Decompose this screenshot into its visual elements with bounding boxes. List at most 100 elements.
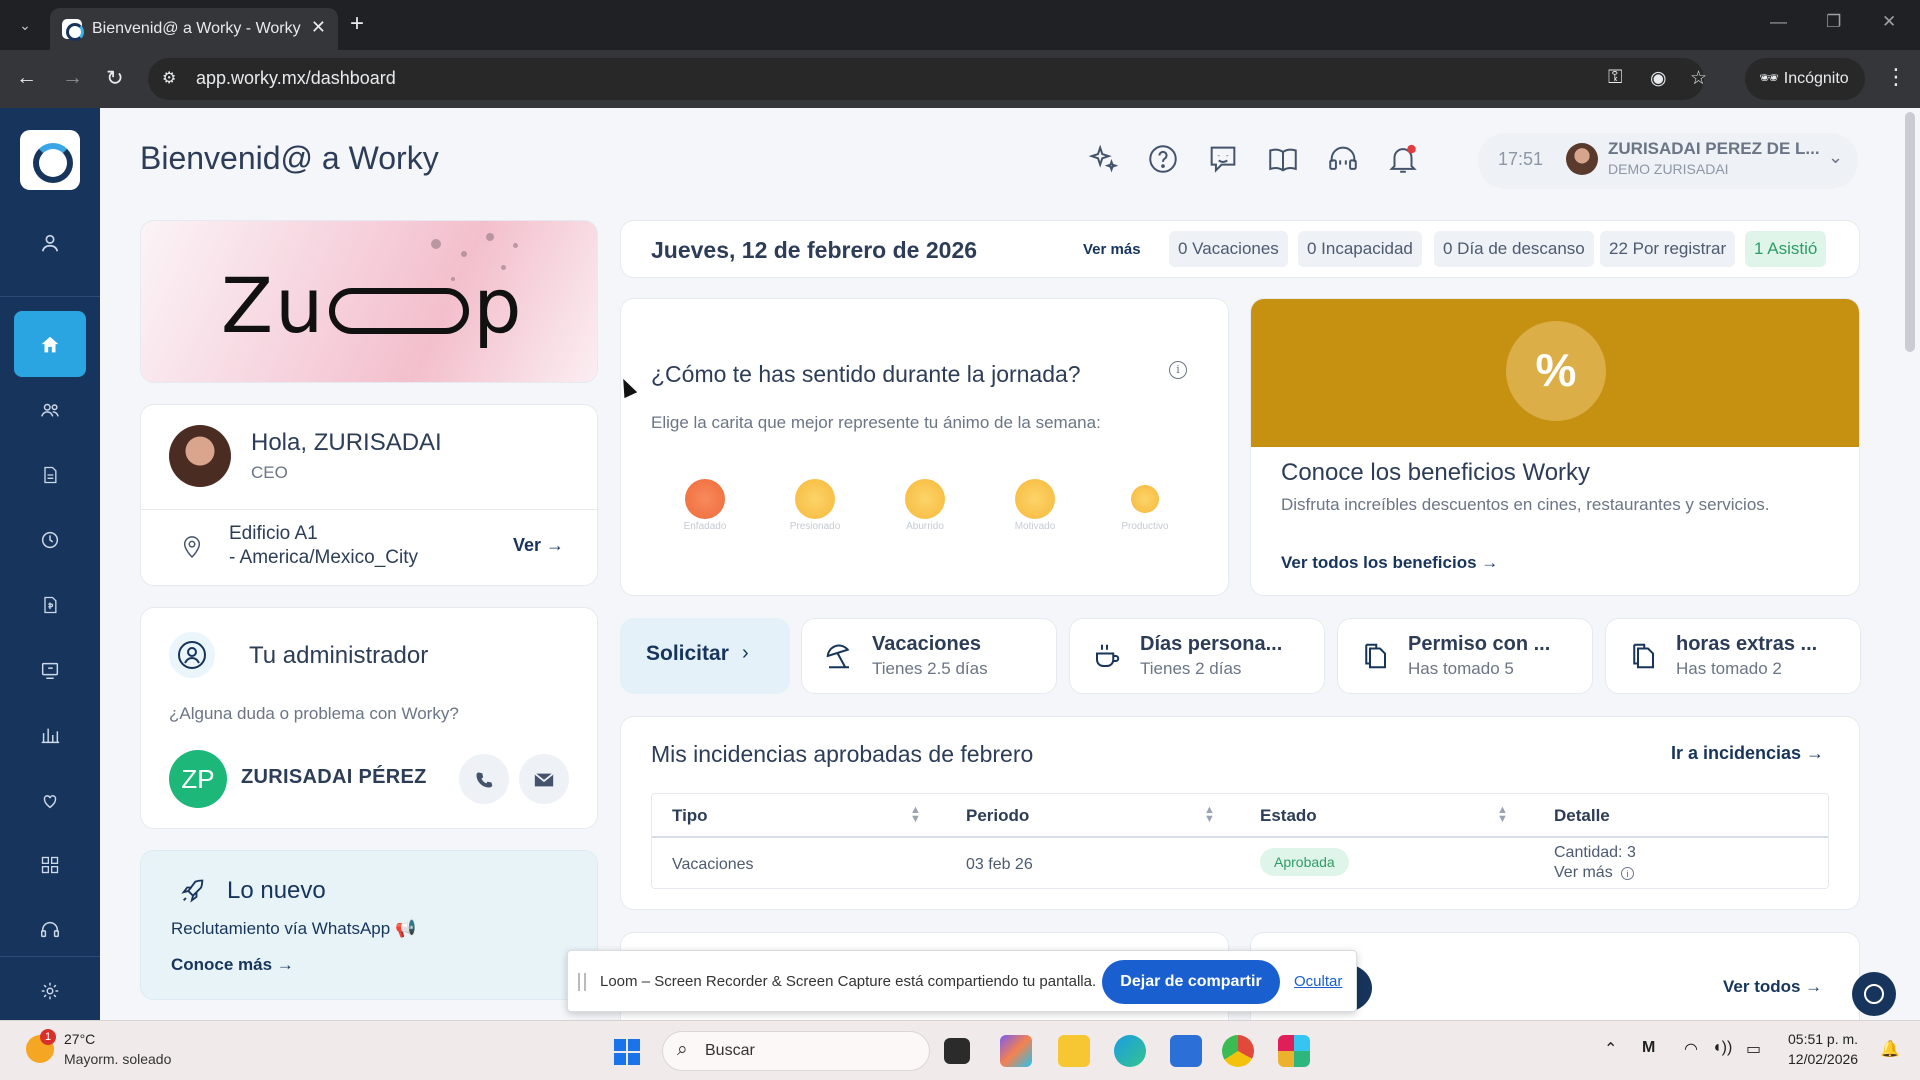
column-header-periodo[interactable]: Periodo [966,806,1029,826]
documents-icon[interactable] [14,448,86,500]
profile-icon[interactable] [14,216,86,268]
maximize-icon[interactable]: ❐ [1826,12,1841,32]
browser-menu-icon[interactable]: ⋮ [1885,64,1907,90]
tray-overflow-chevron-icon[interactable]: ⌃ [1604,1039,1617,1059]
team-icon[interactable] [14,383,86,435]
request-paid-leave[interactable]: Permiso con ... Has tomado 5 [1337,618,1593,694]
app-sidebar [0,108,100,1020]
help-icon[interactable] [1146,142,1180,176]
windows-start-icon[interactable] [614,1039,640,1065]
settings-gear-icon[interactable] [14,964,86,1016]
request-overtime[interactable]: horas extras ... Has tomado 2 [1605,618,1861,694]
taskbar-search[interactable]: ⌕ Buscar [662,1031,930,1071]
column-header-tipo[interactable]: Tipo [672,806,708,826]
motivated-face-icon[interactable] [1015,479,1055,519]
weather-badge: 1 [40,1029,56,1045]
guide-book-icon[interactable] [1266,142,1300,176]
chip-rest-day[interactable]: 0 Día de descanso [1434,231,1594,267]
chrome-icon[interactable] [1222,1035,1254,1067]
wifi-icon[interactable]: ◠ [1684,1039,1698,1059]
support-headset-icon[interactable] [1326,142,1360,176]
slack-icon[interactable] [1278,1035,1310,1067]
reload-icon[interactable]: ↻ [106,66,124,91]
discount-badge-icon: % [1506,321,1606,421]
chip-attended[interactable]: 1 Asistió [1745,231,1827,267]
stressed-face-icon[interactable] [795,479,835,519]
info-icon[interactable]: i [1169,361,1187,379]
task-view-icon[interactable] [944,1038,970,1064]
request-personal-days[interactable]: Días persona... Tienes 2 días [1069,618,1325,694]
payroll-icon[interactable] [14,578,86,630]
eye-off-icon[interactable]: ◉ [1650,67,1667,90]
forward-icon[interactable]: → [62,66,83,90]
minimize-icon[interactable]: — [1770,12,1787,32]
support-chat-button[interactable] [1852,972,1896,1016]
reports-chart-icon[interactable] [14,708,86,760]
incognito-indicator[interactable]: 🕶 Incógnito [1745,58,1865,100]
store-icon[interactable] [1170,1035,1202,1067]
clock-icon[interactable] [14,513,86,565]
chevron-down-icon[interactable]: ⌄ [1828,147,1843,168]
feedback-icon[interactable] [1206,142,1240,176]
back-icon[interactable]: ← [16,66,37,90]
tray-app-icon[interactable]: M [1642,1039,1655,1057]
request-subtitle: Has tomado 2 [1676,659,1782,678]
drag-handle-icon[interactable] [578,973,586,991]
mood-subtitle: Elige la carita que mejor represente tu … [651,413,1101,432]
sort-icon[interactable]: ▲ ▼ [1204,805,1215,825]
notification-center-icon[interactable]: 🔔 [1880,1039,1900,1059]
chip-disability[interactable]: 0 Incapacidad [1298,231,1422,267]
key-icon[interactable]: ⚿ [1608,67,1622,89]
worky-logo[interactable] [20,130,80,190]
page-scrollbar[interactable] [1905,112,1915,352]
benefits-subtitle: Disfruta increíbles descuentos en cines,… [1281,495,1770,514]
support-headset-icon[interactable] [14,903,86,955]
file-explorer-icon[interactable] [1058,1035,1090,1067]
column-header-estado[interactable]: Estado [1260,806,1317,826]
battery-icon[interactable]: ▭ [1746,1039,1761,1059]
angry-face-icon[interactable] [685,479,725,519]
taskbar-time[interactable]: 05:51 p. m. [1788,1031,1858,1047]
sparkles-icon[interactable] [1086,142,1120,176]
view-location-link[interactable]: Ver → [513,535,564,556]
recognition-icon[interactable] [14,643,86,695]
new-tab-icon[interactable]: + [350,10,364,38]
stop-sharing-button[interactable]: Dejar de compartir [1102,960,1280,1004]
benefits-link[interactable]: Ver todos los beneficios → [1281,553,1498,573]
tab-search-chevron-icon[interactable]: ⌄ [10,12,40,38]
phone-icon[interactable] [459,754,509,804]
productive-face-icon[interactable] [1131,485,1159,513]
browser-tab[interactable]: Bienvenid@ a Worky - Worky R ✕ [50,8,338,50]
hide-link[interactable]: Ocultar [1294,973,1342,990]
url-text: app.worky.mx/dashboard [196,68,396,88]
home-icon[interactable] [14,311,86,377]
chip-pending[interactable]: 22 Por registrar [1600,231,1736,267]
cell-ver-mas[interactable]: Ver más i [1554,864,1635,882]
email-icon[interactable] [519,754,569,804]
incidents-title: Mis incidencias aprobadas de febrero [651,741,1034,767]
apps-grid-icon[interactable] [14,838,86,890]
site-settings-icon[interactable]: ⚙ [162,68,176,88]
bored-face-icon[interactable] [905,479,945,519]
bookmark-star-icon[interactable]: ☆ [1690,67,1707,90]
see-more-link[interactable]: Ver más [1083,241,1141,258]
taskbar-date[interactable]: 12/02/2026 [1788,1051,1858,1067]
copilot-icon[interactable] [1000,1035,1032,1067]
request-button[interactable]: Solicitar › [620,618,790,694]
news-link[interactable]: Conoce más → [171,955,294,975]
sort-icon[interactable]: ▲ ▼ [1497,805,1508,825]
user-menu[interactable]: 17:51 ZURISADAI PEREZ DE L... DEMO ZURIS… [1478,133,1858,189]
window-close-icon[interactable]: ✕ [1882,12,1896,32]
see-all-link[interactable]: Ver todos → [1723,977,1822,997]
close-icon[interactable]: ✕ [311,17,326,38]
go-to-incidents-link[interactable]: Ir a incidencias → [1671,743,1824,764]
edge-browser-icon[interactable] [1114,1035,1146,1067]
location-timezone: - America/Mexico_City [229,547,418,568]
sort-icon[interactable]: ▲ ▼ [910,805,921,825]
request-vacations[interactable]: Vacaciones Tienes 2.5 días [801,618,1057,694]
volume-icon[interactable]: ◖)) [1712,1039,1732,1057]
notifications-bell-icon[interactable] [1386,142,1420,176]
wellbeing-icon[interactable] [14,773,86,825]
chip-vacations[interactable]: 0 Vacaciones [1169,231,1288,267]
url-field[interactable]: ⚙ app.worky.mx/dashboard ⚿ ◉ [148,58,1704,100]
